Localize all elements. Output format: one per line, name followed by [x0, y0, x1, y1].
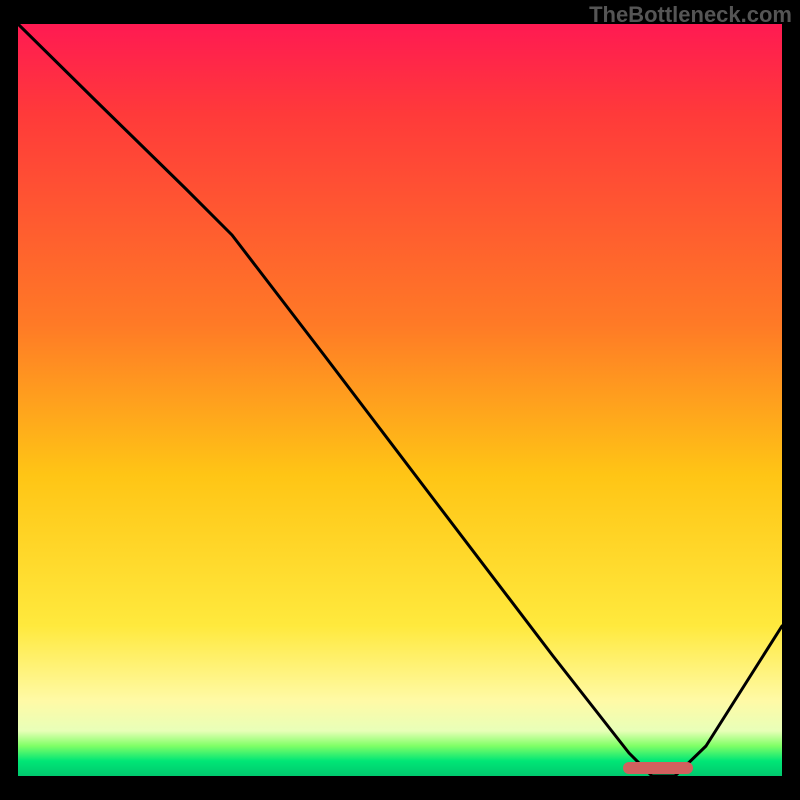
bottleneck-curve	[18, 24, 782, 776]
optimal-marker	[623, 762, 693, 774]
chart-plot-area	[18, 24, 782, 776]
watermark-text: TheBottleneck.com	[589, 2, 792, 28]
